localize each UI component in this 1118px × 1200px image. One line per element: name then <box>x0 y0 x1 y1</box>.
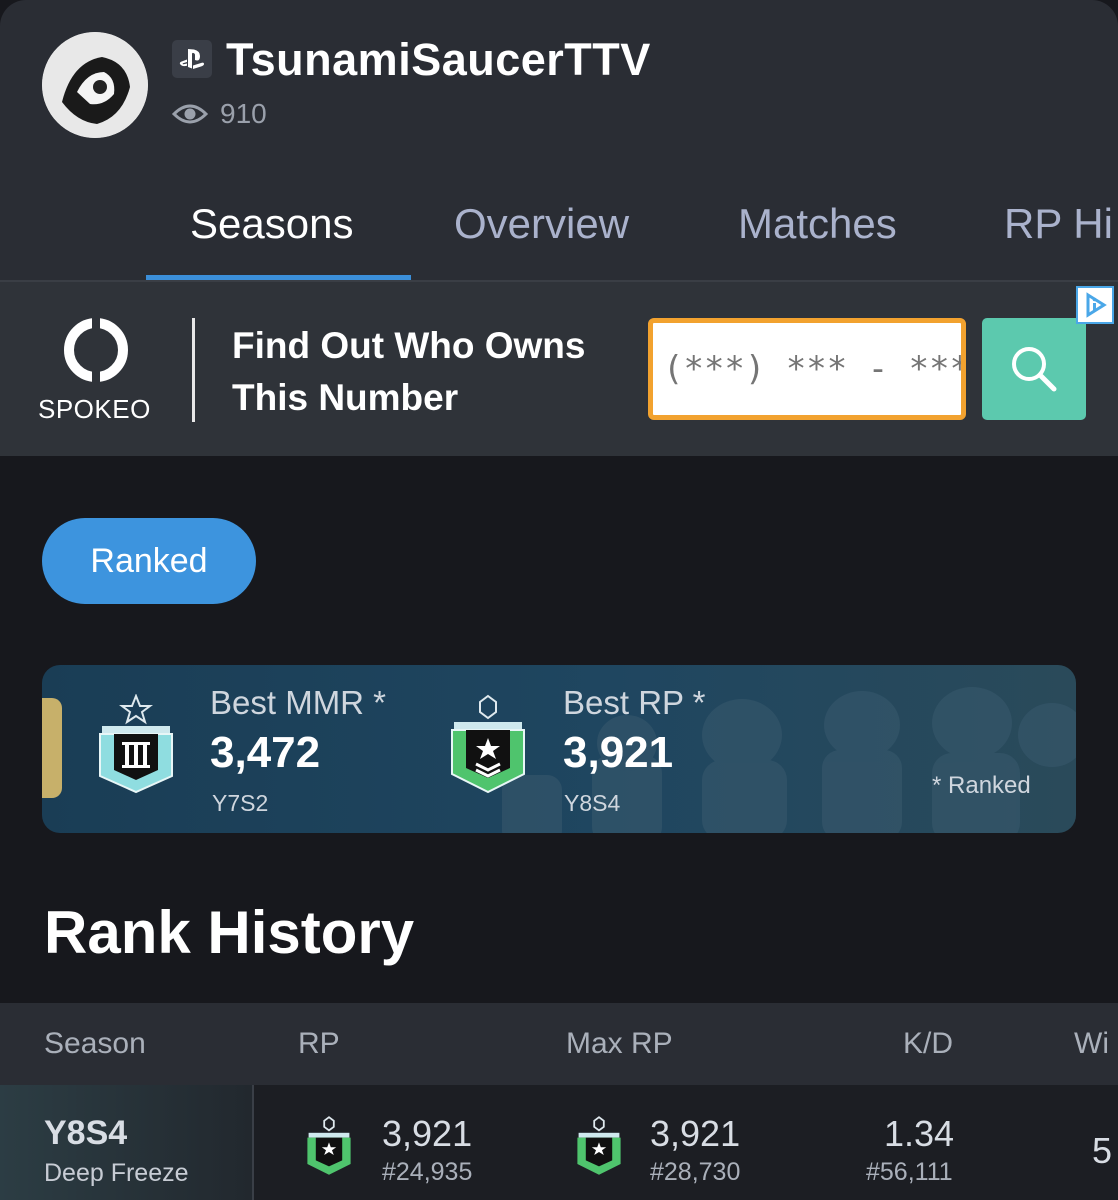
max-rp-rank: #28,730 <box>650 1158 741 1186</box>
column-header-kd[interactable]: K/D <box>903 1027 953 1061</box>
tab-seasons[interactable]: Seasons <box>190 200 353 248</box>
best-mmr-value: 3,472 <box>210 728 321 777</box>
diamond-rank-icon <box>98 693 174 794</box>
tab-matches[interactable]: Matches <box>738 200 897 248</box>
tab-overview[interactable]: Overview <box>454 200 629 248</box>
best-rp-value: 3,921 <box>563 728 674 777</box>
ad-search-button[interactable] <box>982 318 1086 420</box>
emerald-rank-icon <box>450 694 526 794</box>
best-mmr-season: Y7S2 <box>212 790 269 816</box>
eye-icon <box>171 102 209 126</box>
best-rp-label: Best RP * <box>563 684 706 721</box>
ad-headline[interactable]: Find Out Who Owns This Number <box>232 320 632 424</box>
column-header-season[interactable]: Season <box>44 1027 146 1061</box>
column-header-max-rp[interactable]: Max RP <box>566 1027 673 1061</box>
best-rp-season: Y8S4 <box>564 790 621 816</box>
win-value-partial: 5 <box>1092 1130 1113 1171</box>
season-code: Y8S4 <box>44 1114 128 1152</box>
rp-value: 3,921 <box>382 1113 473 1154</box>
view-count: 910 <box>220 98 267 129</box>
kd-value: 1.34 <box>884 1113 955 1154</box>
kd-rank: #56,111 <box>866 1158 953 1186</box>
rp-rank: #24,935 <box>382 1158 473 1186</box>
avatar[interactable] <box>42 32 148 138</box>
column-header-win[interactable]: Wi <box>1074 1027 1109 1061</box>
rank-history-title: Rank History <box>44 899 415 966</box>
emerald-rank-icon <box>574 1116 624 1176</box>
tab-rp-history[interactable]: RP Hi <box>1004 200 1113 248</box>
phone-number-input[interactable] <box>648 318 966 420</box>
ranked-filter-button[interactable]: Ranked <box>42 518 256 604</box>
adchoices-icon[interactable] <box>1076 286 1114 324</box>
ad-brand: SPOKEO <box>38 394 151 424</box>
ranked-footnote: * Ranked <box>932 772 1031 799</box>
playstation-icon <box>172 40 212 78</box>
search-icon <box>1012 347 1057 392</box>
column-header-rp[interactable]: RP <box>298 1027 340 1061</box>
spokeo-logo-icon <box>64 318 128 382</box>
max-rp-value: 3,921 <box>650 1113 741 1154</box>
soldiers-background-art <box>502 687 1076 833</box>
username: TsunamiSaucerTTV <box>226 34 651 85</box>
season-name: Deep Freeze <box>44 1159 189 1187</box>
best-stats-card <box>42 665 1076 833</box>
best-mmr-label: Best MMR * <box>210 684 387 721</box>
ad-divider <box>192 318 195 422</box>
emerald-rank-icon <box>304 1116 354 1176</box>
